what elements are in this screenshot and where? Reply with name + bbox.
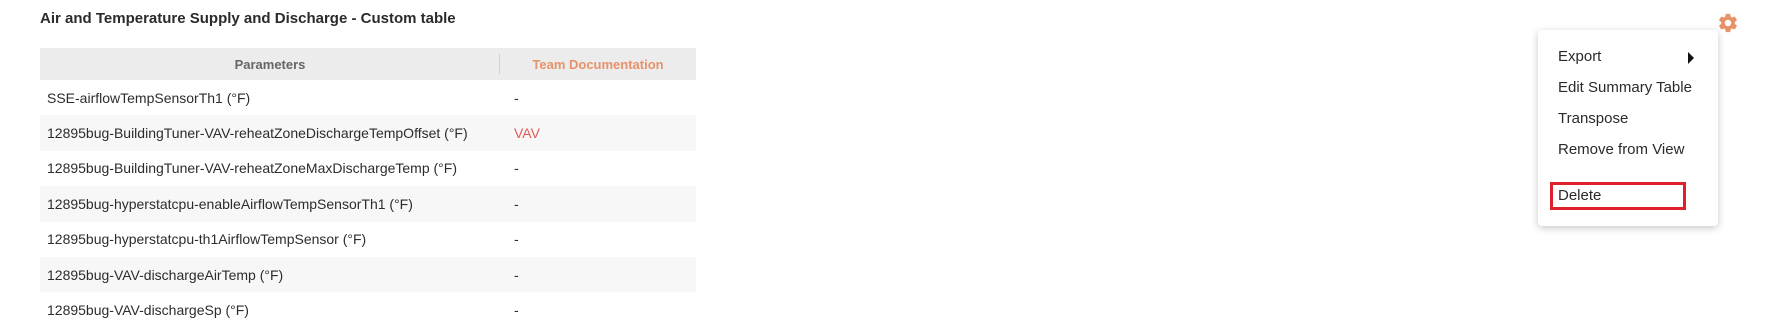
documentation-cell: - bbox=[514, 302, 519, 319]
documentation-cell: - bbox=[514, 160, 519, 177]
table-row[interactable]: 12895bug-hyperstatcpu-enableAirflowTempS… bbox=[40, 186, 696, 222]
documentation-cell: - bbox=[514, 89, 519, 106]
table-row[interactable]: 12895bug-hyperstatcpu-th1AirflowTempSens… bbox=[40, 222, 696, 257]
column-header-parameters[interactable]: Parameters bbox=[40, 48, 500, 80]
parameter-cell: 12895bug-VAV-dischargeAirTemp (°F) bbox=[47, 266, 284, 283]
documentation-link[interactable]: VAV bbox=[500, 115, 696, 150]
gear-icon[interactable] bbox=[1717, 12, 1739, 34]
menu-item-edit-summary-table[interactable]: Edit Summary Table bbox=[1558, 75, 1708, 101]
parameter-cell: SSE-airflowTempSensorTh1 (°F) bbox=[47, 89, 251, 106]
table-row[interactable]: 12895bug-BuildingTuner-VAV-reheatZoneMax… bbox=[40, 151, 696, 186]
parameter-cell: 12895bug-hyperstatcpu-th1AirflowTempSens… bbox=[47, 231, 367, 248]
table-row[interactable]: 12895bug-VAV-dischargeAirTemp (°F) - bbox=[40, 256, 696, 293]
menu-item-remove-from-view[interactable]: Remove from View bbox=[1558, 137, 1708, 163]
parameter-cell: 12895bug-BuildingTuner-VAV-reheatZoneMax… bbox=[47, 160, 457, 177]
table-row[interactable]: 12895bug-BuildingTuner-VAV-reheatZoneDis… bbox=[40, 115, 696, 151]
table-header-row: Parameters Team Documentation bbox=[40, 48, 696, 80]
parameter-cell: 12895bug-BuildingTuner-VAV-reheatZoneDis… bbox=[47, 125, 468, 142]
menu-item-label: Export bbox=[1558, 48, 1602, 65]
documentation-cell: - bbox=[514, 266, 519, 283]
documentation-cell: - bbox=[514, 195, 519, 212]
parameter-cell: 12895bug-VAV-dischargeSp (°F) bbox=[47, 302, 249, 319]
column-header-team-documentation[interactable]: Team Documentation bbox=[500, 48, 696, 80]
delete-highlight-box bbox=[1550, 182, 1686, 210]
widget-title: Air and Temperature Supply and Discharge… bbox=[40, 10, 456, 27]
settings-context-menu: Export Edit Summary Table Transpose Remo… bbox=[1538, 30, 1718, 226]
table-row[interactable]: 12895bug-VAV-dischargeSp (°F) - bbox=[40, 292, 696, 327]
parameter-cell: 12895bug-hyperstatcpu-enableAirflowTempS… bbox=[47, 195, 413, 212]
menu-item-export[interactable]: Export bbox=[1558, 44, 1708, 70]
parameters-table: Parameters Team Documentation SSE-airflo… bbox=[40, 48, 696, 328]
caret-right-icon bbox=[1688, 52, 1694, 64]
menu-item-transpose[interactable]: Transpose bbox=[1558, 106, 1708, 132]
custom-table-widget: Air and Temperature Supply and Discharge… bbox=[0, 0, 1772, 333]
documentation-cell: - bbox=[514, 231, 519, 248]
table-row[interactable]: SSE-airflowTempSensorTh1 (°F) - bbox=[40, 80, 696, 115]
